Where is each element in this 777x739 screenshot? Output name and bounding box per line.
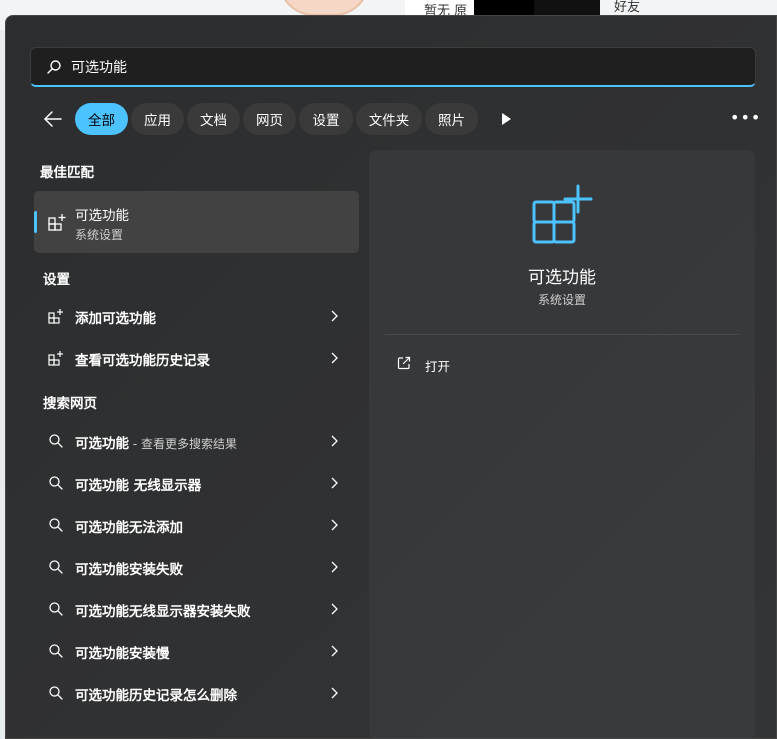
more-icon[interactable]: ••• — [730, 110, 760, 127]
search-icon — [49, 518, 63, 532]
filter-bar: 全部 应用 文档 网页 设置 文件夹 照片 ••• — [36, 103, 776, 135]
web-result-item[interactable]: 可选功能历史记录怎么删除 — [34, 673, 359, 713]
optional-features-icon — [48, 309, 63, 324]
background-text-2: 好友 — [614, 0, 641, 15]
search-icon — [49, 560, 63, 574]
filter-chip-folders[interactable]: 文件夹 — [356, 103, 422, 135]
filter-chip-web[interactable]: 网页 — [243, 103, 296, 135]
chevron-right-icon — [331, 519, 338, 531]
back-arrow-icon[interactable] — [42, 109, 64, 129]
filter-chip-settings[interactable]: 设置 — [299, 103, 353, 135]
web-result-item[interactable]: 可选功能安装慢 — [34, 631, 359, 671]
chevron-right-icon — [331, 603, 338, 615]
best-match-item[interactable]: 可选功能 系统设置 — [34, 191, 359, 253]
open-external-icon — [397, 356, 411, 370]
settings-item-add-optional-feature[interactable]: 添加可选功能 — [34, 296, 359, 336]
search-icon — [49, 434, 63, 448]
filter-chip-all[interactable]: 全部 — [75, 103, 128, 135]
search-panel: 全部 应用 文档 网页 设置 文件夹 照片 ••• 最佳匹配 可选功能 系统设置… — [5, 15, 777, 739]
detail-pane: 可选功能 系统设置 打开 — [369, 150, 755, 739]
best-match-subtitle: 系统设置 — [75, 228, 124, 242]
best-match-title: 可选功能 — [75, 208, 129, 224]
optional-features-icon — [48, 214, 66, 231]
selection-indicator — [34, 211, 37, 233]
filter-chip-photos[interactable]: 照片 — [425, 103, 478, 135]
web-result-item[interactable]: 可选功能无线显示器安装失败 — [34, 589, 359, 629]
web-result-sublabel: - 查看更多搜索结果 — [129, 437, 237, 451]
chevron-right-icon — [331, 352, 338, 364]
web-result-label: 可选功能安装慢 — [75, 646, 170, 662]
web-result-label: 可选功能 - 查看更多搜索结果 — [75, 436, 237, 452]
search-input[interactable] — [71, 54, 671, 80]
chevron-right-icon — [331, 435, 338, 447]
detail-subtitle: 系统设置 — [537, 293, 586, 307]
background-black-block — [474, 0, 534, 16]
web-result-item[interactable]: 可选功能安装失败 — [34, 547, 359, 587]
settings-item-label: 查看可选功能历史记录 — [75, 353, 210, 369]
web-result-label: 可选功能无法添加 — [75, 520, 183, 536]
settings-heading: 设置 — [43, 272, 70, 288]
chevron-right-icon — [331, 645, 338, 657]
chevron-right-icon — [331, 561, 338, 573]
web-result-item[interactable]: 可选功能 无线显示器 — [34, 463, 359, 503]
search-web-heading: 搜索网页 — [43, 396, 97, 412]
filter-chip-documents[interactable]: 文档 — [187, 103, 240, 135]
background-dark-block — [534, 0, 600, 16]
web-result-item[interactable]: 可选功能 - 查看更多搜索结果 — [34, 421, 359, 461]
search-icon — [49, 686, 63, 700]
search-box[interactable] — [30, 47, 756, 87]
search-icon — [49, 476, 63, 490]
divider — [385, 334, 739, 335]
web-result-item[interactable]: 可选功能无法添加 — [34, 505, 359, 545]
settings-item-view-history[interactable]: 查看可选功能历史记录 — [34, 338, 359, 378]
open-action-label: 打开 — [425, 359, 451, 374]
search-icon — [47, 60, 61, 74]
optional-features-icon — [532, 184, 593, 244]
chevron-right-icon — [331, 477, 338, 489]
chevron-right-icon — [331, 310, 338, 322]
web-result-label: 可选功能历史记录怎么删除 — [75, 688, 237, 704]
detail-title: 可选功能 — [528, 268, 596, 288]
chevron-right-icon — [331, 687, 338, 699]
search-icon — [49, 644, 63, 658]
settings-item-label: 添加可选功能 — [75, 311, 156, 327]
best-match-heading: 最佳匹配 — [40, 165, 94, 181]
web-result-label: 可选功能安装失败 — [75, 562, 183, 578]
optional-features-icon — [48, 351, 63, 366]
search-icon — [49, 602, 63, 616]
play-icon[interactable] — [498, 111, 514, 127]
web-result-label: 可选功能无线显示器安装失败 — [75, 604, 251, 620]
filter-chip-apps[interactable]: 应用 — [131, 103, 184, 135]
open-action[interactable]: 打开 — [393, 350, 593, 378]
web-result-label: 可选功能 无线显示器 — [75, 478, 202, 494]
